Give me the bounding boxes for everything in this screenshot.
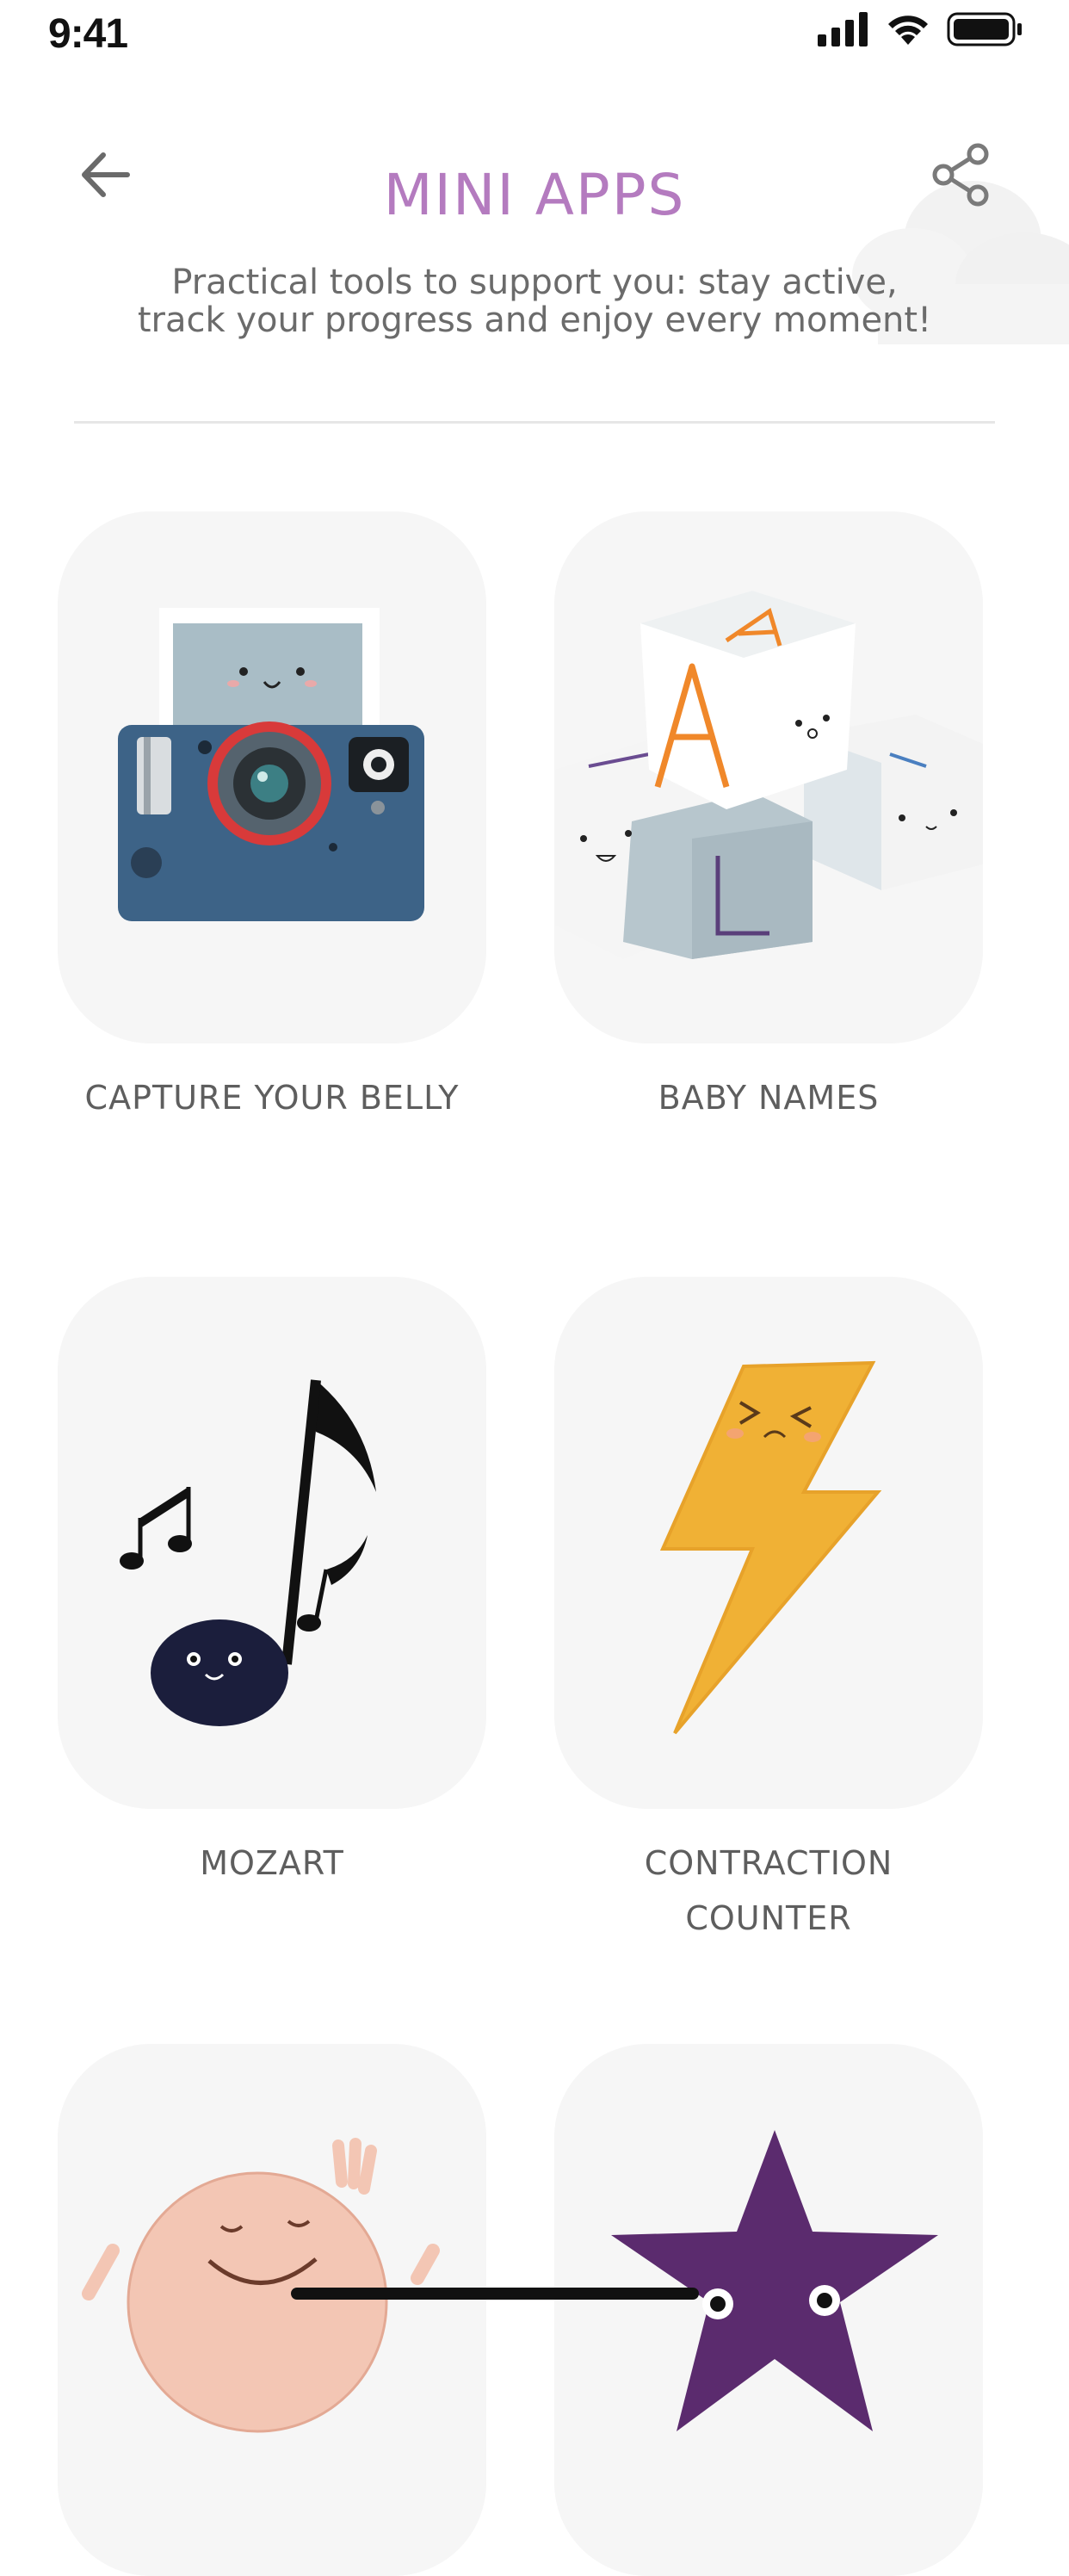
app-label-line: COUNTER (685, 1899, 852, 1937)
music-notes-icon (120, 1379, 376, 1726)
subtitle-line: track your progress and enjoy every mome… (137, 300, 932, 340)
baby-icon (82, 2138, 440, 2433)
app-card-star[interactable] (554, 2044, 983, 2576)
status-time: 9:41 (48, 11, 128, 57)
app-label-capture-your-belly[interactable]: CAPTURE YOUR BELLY (31, 1070, 513, 1125)
app-card-mozart[interactable] (58, 1277, 486, 1809)
app-card-contraction-counter[interactable] (554, 1277, 983, 1809)
app-label-mozart[interactable]: MOZART (31, 1836, 513, 1891)
alphabet-blocks-icon (554, 591, 983, 959)
app-card-capture-your-belly[interactable] (58, 511, 486, 1043)
battery-icon (947, 12, 1022, 46)
status-icons (818, 12, 1024, 46)
app-label-contraction-counter[interactable]: CONTRACTION COUNTER (528, 1836, 1010, 1946)
home-indicator (291, 2288, 699, 2300)
subtitle-line: Practical tools to support you: stay act… (171, 263, 898, 302)
app-label-baby-names[interactable]: BABY NAMES (528, 1070, 1010, 1125)
app-card-baby-names[interactable] (554, 511, 983, 1043)
camera-icon (118, 608, 424, 921)
page-title: MINI APPS (383, 162, 686, 228)
star-icon (611, 2130, 938, 2431)
wifi-icon (888, 15, 928, 45)
page-subtitle: Practical tools to support you: stay act… (86, 263, 983, 339)
app-label-line: CONTRACTION (644, 1844, 893, 1882)
app-card-baby[interactable] (58, 2044, 486, 2576)
divider (74, 421, 995, 424)
signal-icon (818, 12, 868, 46)
lightning-bolt-icon (659, 1360, 882, 1735)
